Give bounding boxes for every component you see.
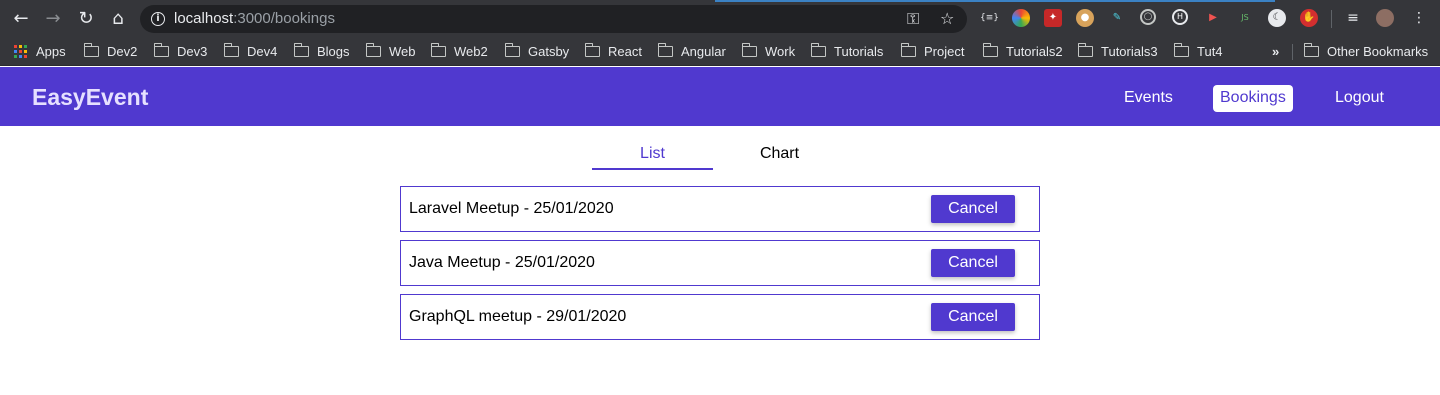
nav-bookings-link[interactable]: Bookings [1213,85,1293,112]
bookmark-label: Tutorials3 [1101,43,1158,59]
extension-target-icon[interactable]: ○ [1140,9,1156,25]
app-header: EasyEvent Events Bookings Logout [0,67,1440,126]
other-bookmarks-folder[interactable]: Other Bookmarks [1303,42,1429,59]
address-bar[interactable]: i localhost:3000/bookings ⚿ ☆ [140,5,967,33]
bookmark-apps[interactable]: Apps [14,43,66,59]
extension-plug-icon[interactable]: ▶ [1204,9,1222,27]
bookmark-label: Tutorials2 [1006,43,1063,59]
cancel-booking-button[interactable]: Cancel [931,303,1015,331]
folder-icon [810,42,826,57]
folder-icon [153,42,169,57]
extension-moon-icon[interactable]: ☾ [1268,9,1286,27]
url-path: :3000/bookings [233,10,335,27]
bookmark-label: Web [389,43,416,59]
forward-icon[interactable]: → [42,8,64,30]
browser-toolbar: ← → ↻ ⌂ i localhost:3000/bookings ⚿ ☆ {≡… [0,0,1440,37]
bookmark-label: Dev2 [107,43,138,59]
bookmarks-overflow-button[interactable]: » [1272,43,1279,59]
folder-icon [430,42,446,57]
bookmark-label: Apps [36,43,66,59]
extension-red-icon[interactable]: ✦ [1044,9,1062,27]
bookmark-folder-work[interactable]: Work [741,42,796,59]
folder-icon [223,42,239,57]
bookmark-label: Web2 [454,43,488,59]
nav-logout-link[interactable]: Logout [1328,85,1391,112]
tab-list[interactable]: List [592,144,713,170]
bookmark-folder-web[interactable]: Web [365,42,416,59]
folder-icon [293,42,309,57]
bookings-view-tabs: List Chart [592,144,848,171]
nav-events-link[interactable]: Events [1117,85,1180,112]
bookmark-folder-tutorials[interactable]: Tutorials [810,42,884,59]
extension-node-icon[interactable]: JS [1236,9,1254,27]
tab-chart[interactable]: Chart [719,144,840,170]
extension-h-icon[interactable]: H [1172,9,1188,25]
folder-icon [1303,42,1319,57]
bookmark-label: Project [924,43,965,59]
booking-title: Laravel Meetup - 25/01/2020 [409,200,614,217]
bookmarks-divider [1292,44,1293,60]
url-host: localhost [174,10,234,27]
folder-icon [741,42,757,57]
key-icon[interactable]: ⚿ [907,9,919,29]
cancel-booking-button[interactable]: Cancel [931,249,1015,277]
bookmark-label: Dev4 [247,43,278,59]
folder-icon [657,42,673,57]
folder-icon [584,42,600,57]
bookmark-label: React [608,43,642,59]
bookmark-folder-dev2[interactable]: Dev2 [83,42,138,59]
back-icon[interactable]: ← [10,8,32,30]
apps-grid-icon [14,44,27,58]
extension-hand-icon[interactable]: ✋ [1300,9,1318,27]
extension-cookie-icon[interactable]: ● [1076,9,1094,27]
folder-icon [982,42,998,57]
bookmark-label: Blogs [317,43,350,59]
url-text[interactable]: localhost:3000/bookings [174,10,335,27]
app-logo[interactable]: EasyEvent [32,84,148,111]
bookmark-folder-blogs[interactable]: Blogs [293,42,350,59]
bookmark-folder-project[interactable]: Project [900,42,965,59]
bookmark-folder-tutorials2[interactable]: Tutorials2 [982,42,1063,59]
folder-icon [504,42,520,57]
booking-item: Java Meetup - 25/01/2020 Cancel [400,240,1040,286]
home-icon[interactable]: ⌂ [107,8,129,30]
booking-item: Laravel Meetup - 25/01/2020 Cancel [400,186,1040,232]
extension-pencil-icon[interactable]: ✎ [1108,9,1126,27]
bookmark-folder-web2[interactable]: Web2 [430,42,488,59]
folder-icon [83,42,99,57]
toolbar-divider [1331,10,1332,28]
folder-icon [1173,42,1189,57]
folder-icon [1077,42,1093,57]
bookmark-folder-angular[interactable]: Angular [657,42,726,59]
bookmark-label: Dev3 [177,43,208,59]
active-tab-indicator [715,0,1275,2]
cancel-booking-button[interactable]: Cancel [931,195,1015,223]
bookmark-label: Tutorials [834,43,884,59]
bookmark-folder-gatsby[interactable]: Gatsby [504,42,570,59]
booking-title: Java Meetup - 25/01/2020 [409,254,595,271]
bookmark-label: Tut4 [1197,43,1223,59]
bookmark-folder-react[interactable]: React [584,42,642,59]
extension-color-icon[interactable] [1012,9,1030,27]
extension-json-icon[interactable]: {≡} [980,9,999,27]
other-bookmarks-label: Other Bookmarks [1327,43,1429,59]
star-icon[interactable]: ☆ [940,9,954,28]
bookmark-label: Work [765,43,796,59]
booking-item: GraphQL meetup - 29/01/2020 Cancel [400,294,1040,340]
bookmark-folder-tutorials3[interactable]: Tutorials3 [1077,42,1158,59]
folder-icon [365,42,381,57]
bookmark-folder-dev4[interactable]: Dev4 [223,42,278,59]
bookmark-label: Angular [681,43,726,59]
reading-list-icon[interactable]: ≡ [1344,9,1362,27]
profile-avatar[interactable] [1376,9,1394,27]
bookmark-folder-tut4[interactable]: Tut4 [1173,42,1223,59]
bookmark-label: Gatsby [528,43,570,59]
booking-title: GraphQL meetup - 29/01/2020 [409,308,627,325]
folder-icon [900,42,916,57]
site-info-icon[interactable]: i [151,12,165,26]
reload-icon[interactable]: ↻ [75,8,97,30]
bookmark-folder-dev3[interactable]: Dev3 [153,42,208,59]
menu-icon[interactable]: ⋮ [1410,9,1428,27]
bookmarks-bar: Apps Dev2 Dev3 Dev4 Blogs Web Web2 Gatsb… [0,37,1440,66]
